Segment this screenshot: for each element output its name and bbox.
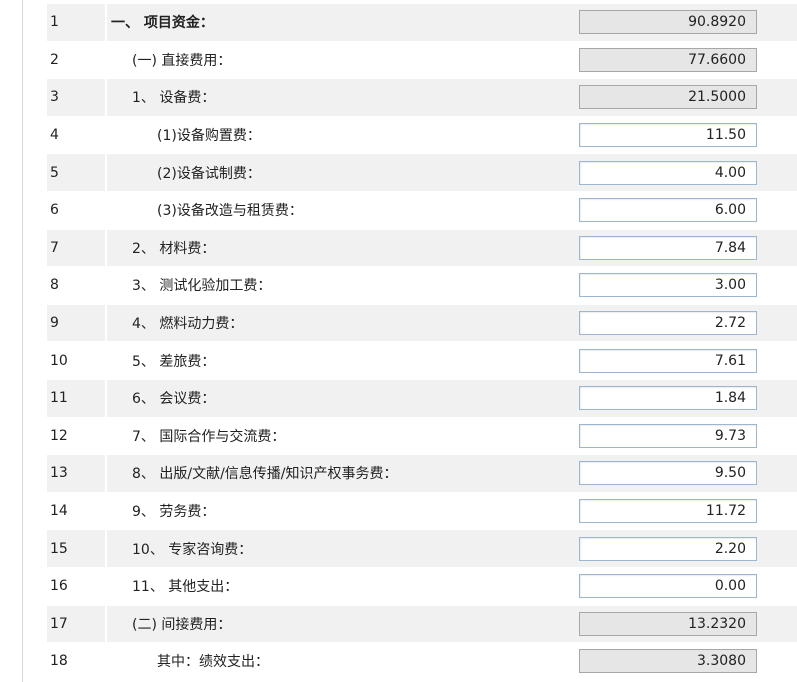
table-row: 10 5、 差旅费： bbox=[47, 342, 797, 380]
column-separator bbox=[105, 154, 107, 191]
row-number: 9 bbox=[50, 315, 59, 332]
column-separator bbox=[105, 567, 107, 605]
table-row: 15 10、 专家咨询费： bbox=[47, 530, 797, 568]
row-label: 7、 国际合作与交流费： bbox=[132, 428, 286, 445]
amount-input[interactable] bbox=[579, 123, 757, 148]
table-row: 14 9、 劳务费： bbox=[47, 492, 797, 531]
row-number: 16 bbox=[50, 578, 68, 595]
amount-input[interactable] bbox=[579, 536, 757, 561]
row-number: 15 bbox=[50, 540, 68, 557]
amount-input[interactable] bbox=[579, 235, 757, 260]
budget-form: 1 一、 项目资金： 90.8920 2 (一) 直接费用： 77.6600 3… bbox=[0, 0, 797, 682]
row-number: 3 bbox=[50, 89, 59, 106]
column-separator bbox=[105, 492, 107, 530]
table-row: 11 6、 会议费： bbox=[47, 379, 797, 418]
column-separator bbox=[105, 455, 107, 492]
column-separator bbox=[105, 643, 107, 680]
row-label: 8、 出版/文献/信息传播/知识产权事务费： bbox=[132, 466, 398, 483]
row-label: (2)设备试制费： bbox=[157, 165, 261, 182]
amount-input[interactable] bbox=[579, 311, 757, 336]
column-separator bbox=[105, 379, 107, 417]
row-number: 11 bbox=[50, 390, 68, 407]
row-label: 11、 其他支出： bbox=[132, 579, 239, 596]
row-number: 18 bbox=[50, 653, 68, 670]
table-row: 2 (一) 直接费用： 77.6600 bbox=[47, 41, 797, 80]
row-number: 5 bbox=[50, 164, 59, 181]
amount-readonly: 77.6600 bbox=[579, 47, 757, 72]
row-number: 6 bbox=[50, 202, 59, 219]
table-row: 17 (二) 间接费用： 13.2320 bbox=[47, 605, 797, 644]
row-label: 一、 项目资金： bbox=[111, 15, 214, 32]
column-separator bbox=[105, 342, 107, 379]
row-number: 14 bbox=[50, 503, 68, 520]
column-separator bbox=[105, 267, 107, 304]
row-label: 4、 燃料动力费： bbox=[132, 316, 244, 333]
row-label: 9、 劳务费： bbox=[132, 504, 216, 521]
table-row: 1 一、 项目资金： 90.8920 bbox=[47, 4, 797, 42]
amount-readonly: 90.8920 bbox=[579, 10, 757, 35]
row-label: 3、 测试化验加工费： bbox=[132, 278, 272, 295]
amount-input[interactable] bbox=[579, 160, 757, 185]
row-number: 2 bbox=[50, 51, 59, 68]
table-row: 16 11、 其他支出： bbox=[47, 567, 797, 606]
amount-input[interactable] bbox=[579, 423, 757, 448]
table-row: 18 其中：绩效支出： 3.3080 bbox=[47, 643, 797, 681]
amount-input[interactable] bbox=[579, 499, 757, 524]
amount-readonly: 21.5000 bbox=[579, 85, 757, 110]
panel-border bbox=[22, 0, 23, 682]
column-separator bbox=[105, 304, 107, 342]
table-row: 12 7、 国际合作与交流费： bbox=[47, 417, 797, 456]
row-number: 4 bbox=[50, 127, 59, 144]
column-separator bbox=[105, 229, 107, 267]
row-number: 1 bbox=[50, 14, 59, 31]
column-separator bbox=[105, 116, 107, 154]
column-separator bbox=[105, 530, 107, 567]
amount-readonly: 3.3080 bbox=[579, 649, 757, 674]
amount-readonly: 13.2320 bbox=[579, 611, 757, 636]
row-number: 12 bbox=[50, 427, 68, 444]
amount-input[interactable] bbox=[579, 348, 757, 373]
row-number: 8 bbox=[50, 277, 59, 294]
table-row: 7 2、 材料费： bbox=[47, 229, 797, 268]
column-separator bbox=[105, 79, 107, 116]
column-separator bbox=[105, 4, 107, 41]
row-label: 6、 会议费： bbox=[132, 391, 216, 408]
row-label: 其中：绩效支出： bbox=[157, 654, 269, 671]
row-number: 17 bbox=[50, 615, 68, 632]
row-label: (1)设备购置费： bbox=[157, 128, 261, 145]
row-label: (一) 直接费用： bbox=[132, 52, 232, 69]
table-row: 5 (2)设备试制费： bbox=[47, 154, 797, 192]
row-label: 1、 设备费： bbox=[132, 90, 216, 107]
row-number: 10 bbox=[50, 352, 68, 369]
budget-table: 1 一、 项目资金： 90.8920 2 (一) 直接费用： 77.6600 3… bbox=[47, 4, 797, 681]
row-label: 5、 差旅费： bbox=[132, 353, 216, 370]
amount-input[interactable] bbox=[579, 386, 757, 411]
table-row: 9 4、 燃料动力费： bbox=[47, 304, 797, 343]
table-row: 13 8、 出版/文献/信息传播/知识产权事务费： bbox=[47, 455, 797, 493]
amount-input[interactable] bbox=[579, 574, 757, 599]
column-separator bbox=[105, 41, 107, 79]
amount-input[interactable] bbox=[579, 461, 757, 486]
row-number: 13 bbox=[50, 465, 68, 482]
table-row: 4 (1)设备购置费： bbox=[47, 116, 797, 155]
table-row: 6 (3)设备改造与租赁费： bbox=[47, 191, 797, 230]
table-row: 8 3、 测试化验加工费： bbox=[47, 267, 797, 305]
row-number: 7 bbox=[50, 239, 59, 256]
row-label: (二) 间接费用： bbox=[132, 616, 232, 633]
amount-input[interactable] bbox=[579, 273, 757, 298]
column-separator bbox=[105, 191, 107, 229]
row-label: (3)设备改造与租赁费： bbox=[157, 203, 303, 220]
row-label: 2、 材料费： bbox=[132, 240, 216, 257]
amount-input[interactable] bbox=[579, 198, 757, 223]
column-separator bbox=[105, 605, 107, 643]
table-row: 3 1、 设备费： 21.5000 bbox=[47, 79, 797, 117]
column-separator bbox=[105, 417, 107, 455]
row-label: 10、 专家咨询费： bbox=[132, 541, 253, 558]
